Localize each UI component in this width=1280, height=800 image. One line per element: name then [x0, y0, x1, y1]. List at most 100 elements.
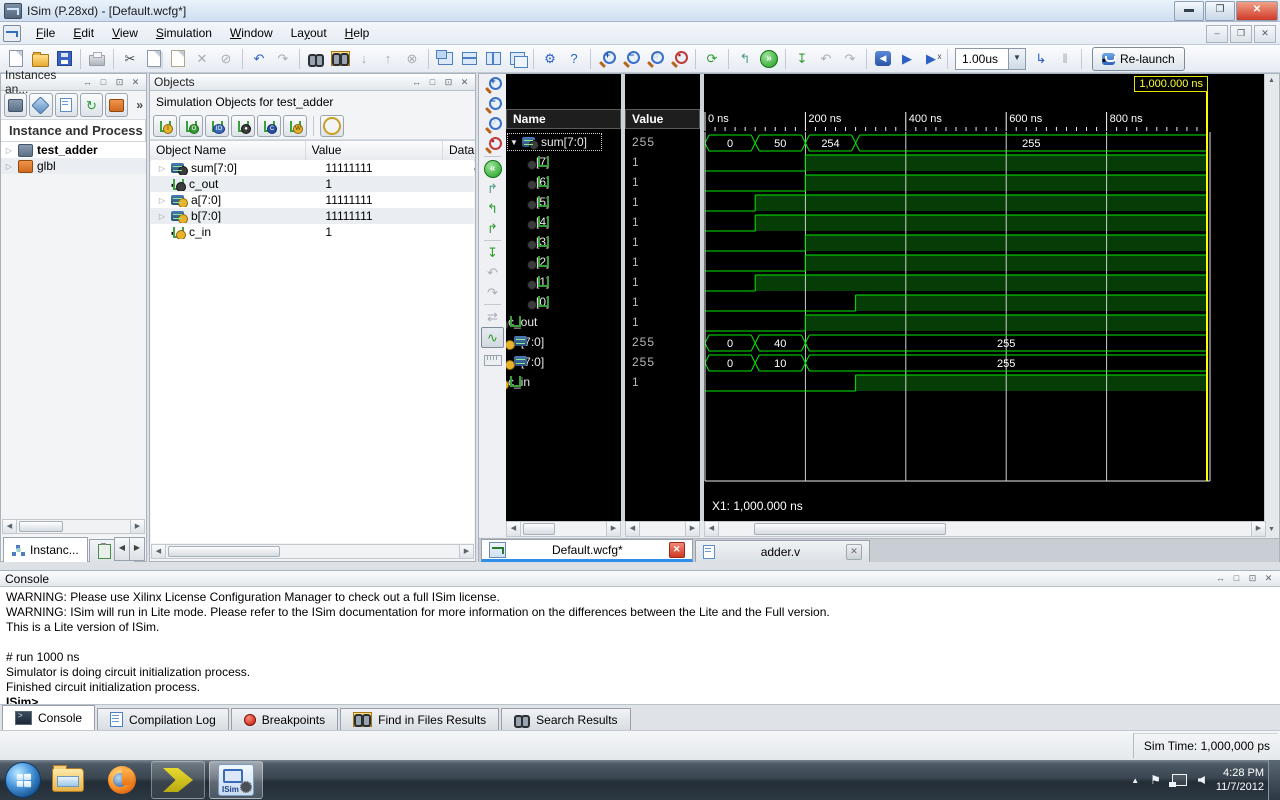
dock-icon[interactable]: ⊡ [1246, 573, 1259, 584]
zoom-in-button[interactable]: + [595, 47, 619, 71]
start-button[interactable] [5, 762, 41, 798]
arrow-up-button[interactable]: ↑ [376, 47, 400, 71]
wrench-button[interactable]: ⚙ [538, 47, 562, 71]
paste-button[interactable] [166, 47, 190, 71]
wave-signal-name-row[interactable]: ▼ sum[7:0] [506, 132, 621, 152]
minimize-button[interactable]: ▬ [1174, 1, 1204, 21]
instance-chip-button[interactable] [4, 93, 28, 117]
print-button[interactable] [85, 47, 109, 71]
source-doc-button[interactable] [54, 93, 78, 117]
cube-button[interactable] [29, 93, 53, 117]
expand-icon[interactable]: ▷ [4, 146, 14, 155]
wave-signal-name-row[interactable]: c_out [506, 312, 621, 332]
menu-help[interactable]: Help [337, 24, 378, 42]
taskbar-explorer-button[interactable] [41, 760, 95, 800]
scroll-down-icon[interactable]: ▼ [1266, 524, 1277, 536]
wave-signal-value[interactable]: 255 [625, 332, 700, 352]
menu-view[interactable]: View [104, 24, 146, 42]
save-button[interactable] [52, 47, 76, 71]
wave-signal-name-row[interactable]: [5] [506, 192, 621, 212]
undo-button[interactable]: ↶ [247, 47, 271, 71]
taskbar-ise-button[interactable] [151, 761, 205, 799]
taskbar-isim-button[interactable]: ISim [209, 761, 263, 799]
next-marker-button[interactable]: ↷ [482, 283, 503, 302]
child-close-button[interactable]: ✕ [1254, 25, 1276, 43]
name-hscrollbar[interactable]: ◀ ▶ [506, 521, 621, 537]
cut-button[interactable]: ✂ [118, 47, 142, 71]
close-icon[interactable]: ✕ [1262, 573, 1275, 584]
object-row[interactable]: ▷ ▪b[7:0] 11111111 Array [151, 208, 474, 224]
goto-end-button[interactable]: » [757, 47, 781, 71]
tab-close-icon[interactable]: ✕ [668, 541, 685, 558]
wave-signal-value[interactable]: 1 [625, 212, 700, 232]
scroll-left-icon[interactable]: ◀ [507, 522, 521, 536]
instance-row[interactable]: ▷ test_adder [1, 142, 146, 158]
column-header[interactable]: Object Name [150, 141, 306, 160]
instance-row[interactable]: ▷ glbl [1, 158, 146, 174]
wave-signal-value[interactable]: 255 [625, 352, 700, 372]
wave-signal-name-row[interactable]: [7] [506, 152, 621, 172]
taskbar-firefox-button[interactable] [95, 760, 149, 800]
close-icon[interactable]: ✕ [129, 77, 142, 88]
wave-signal-value[interactable]: 1 [625, 232, 700, 252]
object-row[interactable]: ▷ ▪sum[7:0] 11111111 Array [151, 160, 474, 176]
document-tab-defaultwcfg[interactable]: Default.wcfg* ✕ [481, 539, 693, 562]
volume-icon[interactable] [1197, 776, 1205, 784]
relaunch-button[interactable]: ▪ Re-launch [1092, 46, 1185, 71]
wave-signal-name-row[interactable]: [4] [506, 212, 621, 232]
expand-icon[interactable]: ▷ [157, 164, 167, 173]
wave-signal-name-row[interactable]: c_in [506, 372, 621, 392]
float-icon[interactable]: ↔ [1214, 573, 1227, 584]
redo-sim-button[interactable]: ↷ [838, 47, 862, 71]
child-restore-button[interactable]: ❐ [1230, 25, 1252, 43]
pause-button[interactable]: ‖ [1053, 47, 1077, 71]
wave-signal-value[interactable]: 255 [625, 132, 700, 152]
find-button[interactable] [304, 47, 328, 71]
maximize-icon[interactable]: □ [97, 77, 110, 88]
next-transition-button[interactable]: ↱ [482, 219, 503, 238]
zoom-in-button[interactable]: + [482, 75, 503, 94]
go-previous-button[interactable]: ◀ [871, 47, 895, 71]
signal-wire-button[interactable]: W [283, 115, 307, 137]
wave-signal-name-row[interactable]: [0] [506, 292, 621, 312]
scroll-left-icon[interactable]: ◀ [705, 522, 719, 536]
restart-button[interactable]: ↰ [733, 47, 757, 71]
network-icon[interactable] [1168, 774, 1187, 787]
wave-signal-value[interactable]: 1 [625, 292, 700, 312]
menu-window[interactable]: Window [222, 24, 281, 42]
scroll-right-icon[interactable]: ▶ [130, 520, 144, 533]
panel-tab-console[interactable]: Console [2, 705, 96, 730]
scroll-left-icon[interactable]: ◀ [3, 520, 17, 533]
column-header[interactable]: Value [306, 141, 443, 160]
waveform-plot-area[interactable]: 0 ns 200 ns 400 ns 600 ns 800 ns 0 50 254 255 0 40… [704, 74, 1266, 521]
refresh-button[interactable]: ↻ [79, 93, 104, 117]
object-row[interactable]: ▪c_out 1 Logic [151, 176, 474, 192]
signal-constant-button[interactable]: C [257, 115, 281, 137]
value-hscrollbar[interactable]: ◀ ▶ [625, 521, 700, 537]
zoom-marker-button[interactable]: ▪ [667, 47, 691, 71]
no-entry-button[interactable]: ⊘ [214, 47, 238, 71]
console-header[interactable]: Console ↔ □ ⊡ ✕ [0, 570, 1280, 587]
wave-signal-value[interactable]: 1 [625, 172, 700, 192]
new-window-button[interactable] [433, 47, 457, 71]
signal-internal-button[interactable]: ● [231, 115, 255, 137]
close-icon[interactable]: ✕ [458, 77, 471, 88]
console-output[interactable]: WARNING: Please use Xilinx License Confi… [0, 587, 1280, 705]
arrow-down-button[interactable]: ↓ [352, 47, 376, 71]
child-minimize-button[interactable]: – [1206, 25, 1228, 43]
show-desktop-button[interactable] [1268, 760, 1280, 800]
run-init-button[interactable]: ↧ [790, 47, 814, 71]
wave-signal-name-row[interactable]: [6] [506, 172, 621, 192]
panel-tab-find-in-files-results[interactable]: Find in Files Results [340, 708, 500, 730]
panel-tab-search-results[interactable]: Search Results [501, 708, 631, 730]
tray-expand-icon[interactable]: ▲ [1131, 776, 1139, 785]
alarm-clock-button[interactable] [320, 115, 344, 137]
expand-icon[interactable]: ▷ [4, 162, 14, 171]
wave-signal-value[interactable]: 1 [625, 312, 700, 332]
port-input-button[interactable]: I [153, 115, 177, 137]
wave-signal-name-row[interactable]: [1] [506, 272, 621, 292]
instances-panel-titlebar[interactable]: Instances an... ↔ □ ⊡ ✕ [1, 68, 146, 96]
wave-signal-value[interactable]: 1 [625, 372, 700, 392]
zoom-out-button[interactable]: − [482, 95, 503, 114]
goto-end-button[interactable]: ↱ [482, 179, 503, 198]
